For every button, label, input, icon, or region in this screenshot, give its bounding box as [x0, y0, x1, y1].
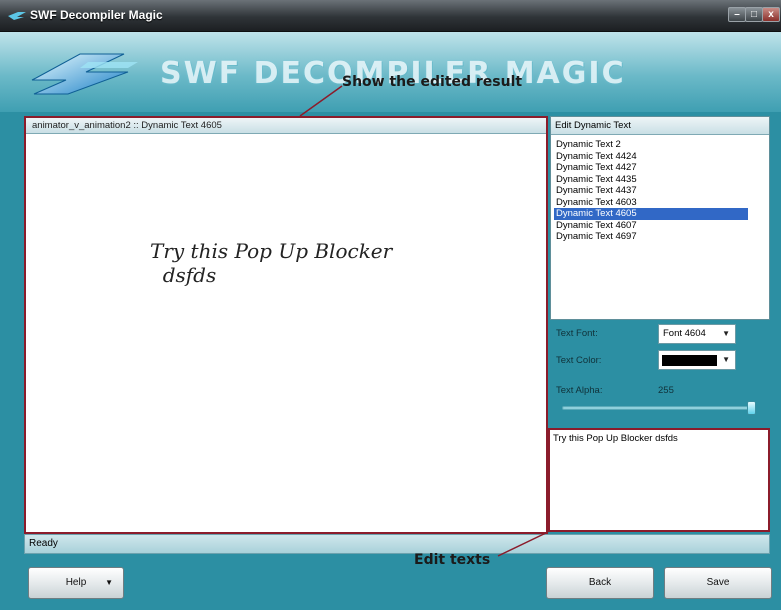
alpha-slider[interactable]: [562, 406, 752, 410]
minimize-button[interactable]: –: [728, 7, 746, 22]
text-alpha-value: 255: [658, 385, 674, 396]
text-font-select[interactable]: Font 4604 ▼: [658, 324, 736, 344]
text-alpha-label: Text Alpha:: [556, 385, 603, 396]
chevron-down-icon: ▼: [722, 329, 730, 338]
text-font-value: Font 4604: [663, 328, 706, 339]
list-item-selected[interactable]: Dynamic Text 4605: [554, 208, 748, 220]
preview-line-2: dsfds: [150, 263, 217, 287]
preview-line-1: Try this Pop Up Blocker: [150, 239, 393, 263]
help-button[interactable]: Help ▼: [28, 567, 124, 599]
window-title: SWF Decompiler Magic: [30, 8, 163, 22]
save-button[interactable]: Save: [664, 567, 772, 599]
title-bar: SWF Decompiler Magic – □ x: [0, 0, 781, 32]
list-item[interactable]: Dynamic Text 4603: [554, 197, 748, 209]
preview-panel: animator_v_animation2 :: Dynamic Text 46…: [24, 116, 548, 534]
color-swatch: [662, 355, 717, 366]
list-item[interactable]: Dynamic Text 4607: [554, 220, 748, 232]
dynamic-text-list-panel: Edit Dynamic Text Dynamic Text 2 Dynamic…: [550, 116, 770, 320]
dynamic-text-list[interactable]: Dynamic Text 2 Dynamic Text 4424 Dynamic…: [554, 139, 748, 243]
annotation-show-result: Show the edited result: [342, 74, 523, 90]
maximize-button[interactable]: □: [745, 7, 763, 22]
preview-title: animator_v_animation2 :: Dynamic Text 46…: [26, 118, 546, 134]
close-button[interactable]: x: [762, 7, 780, 22]
preview-content: Try this Pop Up Blocker dsfds: [150, 239, 392, 287]
list-item[interactable]: Dynamic Text 4427: [554, 162, 748, 174]
annotation-edit-texts: Edit texts: [414, 552, 491, 568]
list-item[interactable]: Dynamic Text 4697: [554, 231, 748, 243]
list-item[interactable]: Dynamic Text 2: [554, 139, 748, 151]
list-item[interactable]: Dynamic Text 4435: [554, 174, 748, 186]
list-item[interactable]: Dynamic Text 4437: [554, 185, 748, 197]
text-color-select[interactable]: ▼: [658, 350, 736, 370]
app-logo-icon: [8, 12, 26, 20]
chevron-down-icon: ▼: [722, 355, 730, 364]
status-bar: Ready: [24, 534, 770, 554]
alpha-slider-handle[interactable]: [747, 401, 756, 415]
brand-logo-icon: [31, 53, 138, 95]
text-edit-field[interactable]: Try this Pop Up Blocker dsfds: [548, 428, 770, 532]
edit-panel-title: Edit Dynamic Text: [551, 117, 769, 135]
list-item[interactable]: Dynamic Text 4424: [554, 151, 748, 163]
text-color-label: Text Color:: [556, 355, 602, 366]
back-button[interactable]: Back: [546, 567, 654, 599]
help-button-label: Help: [65, 577, 87, 588]
text-font-label: Text Font:: [556, 328, 598, 339]
chevron-down-icon: ▼: [105, 578, 113, 587]
